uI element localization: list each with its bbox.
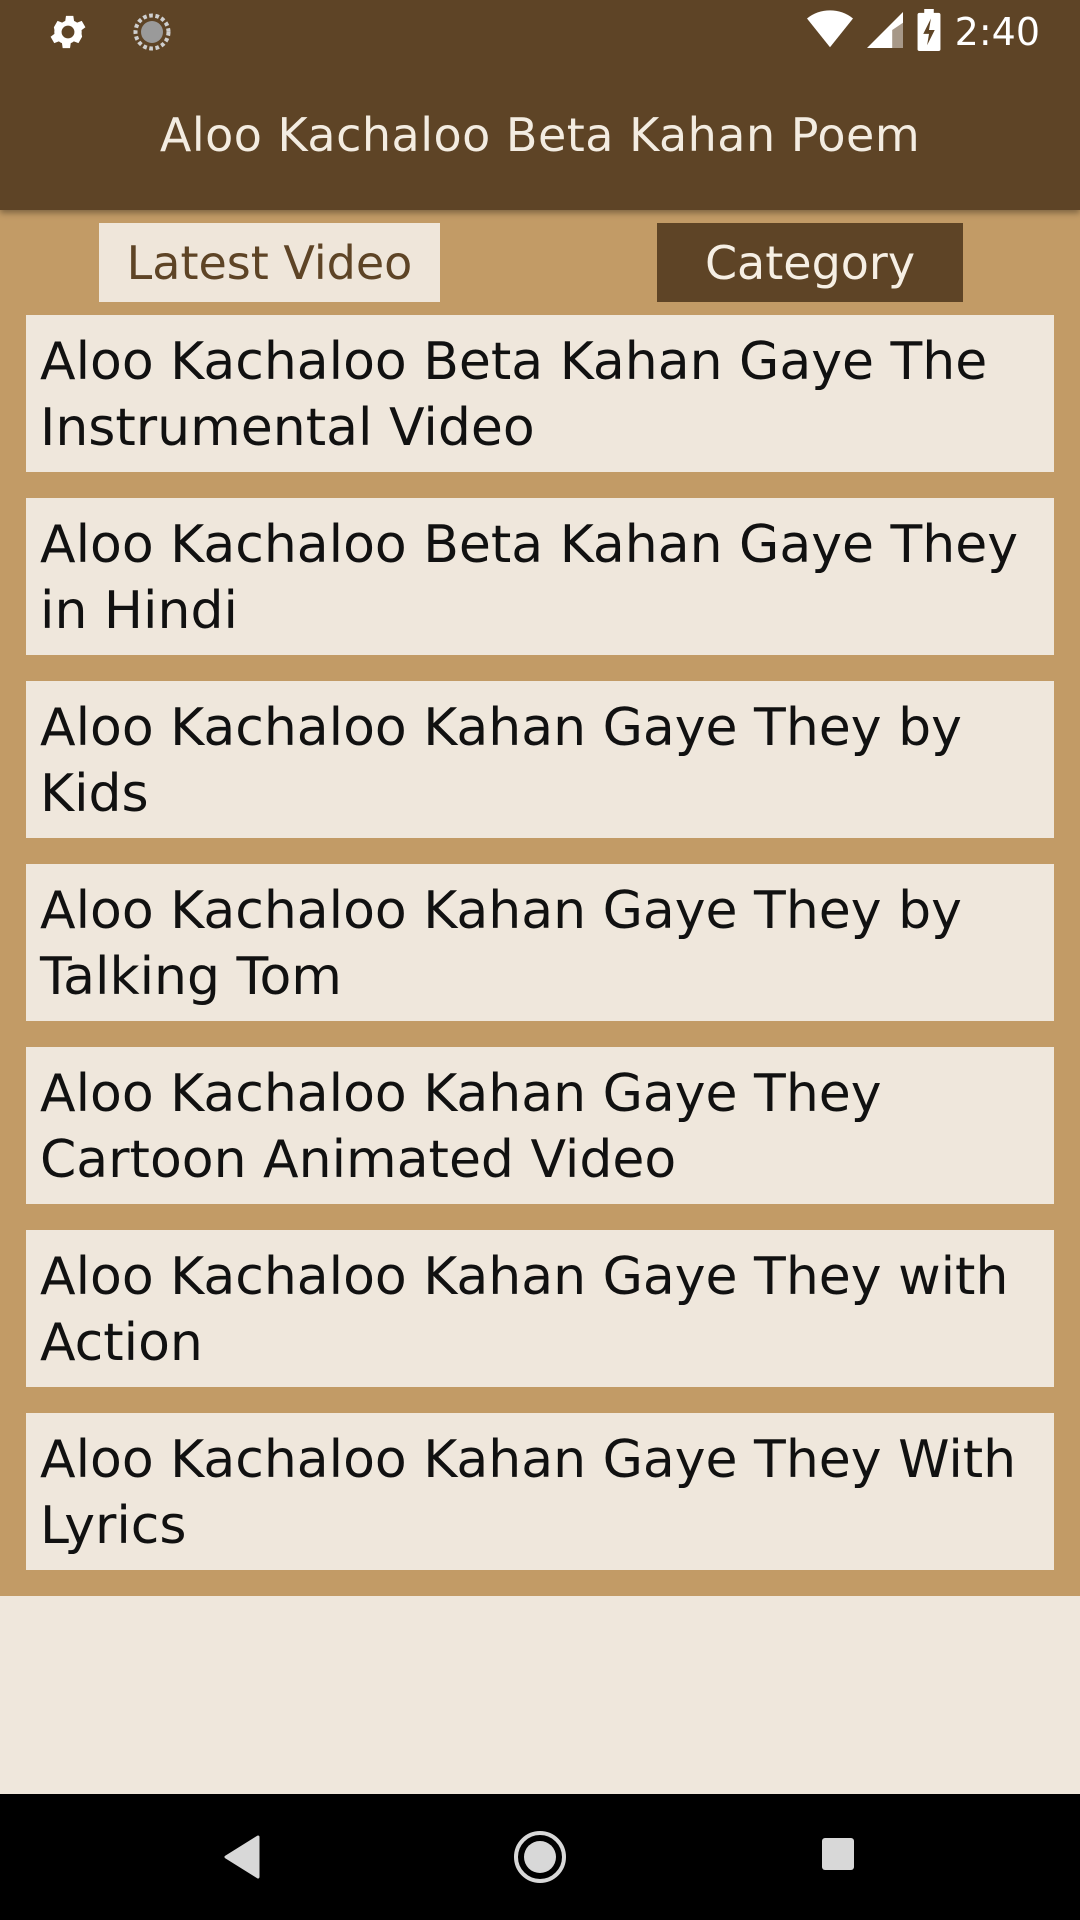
sync-icon: [130, 10, 174, 58]
content-area: Latest Video Category Aloo Kachaloo Beta…: [0, 210, 1080, 1596]
home-icon[interactable]: [512, 1829, 568, 1889]
battery-charging-icon: [917, 9, 941, 55]
status-time: 2:40: [954, 10, 1040, 54]
app-bar: 2:40 Aloo Kachaloo Beta Kahan Poem: [0, 0, 1080, 210]
list-item[interactable]: Aloo Kachaloo Kahan Gaye They With Lyric…: [26, 1413, 1054, 1570]
back-icon[interactable]: [220, 1832, 264, 1886]
wifi-icon: [806, 10, 853, 54]
list-item[interactable]: Aloo Kachaloo Beta Kahan Gaye The Instru…: [26, 315, 1054, 472]
signal-icon: [866, 10, 903, 54]
list-item[interactable]: Aloo Kachaloo Kahan Gaye They Cartoon An…: [26, 1047, 1054, 1204]
video-list: Aloo Kachaloo Beta Kahan Gaye The Instru…: [26, 315, 1054, 1596]
status-bar: 2:40: [0, 0, 1080, 64]
app-title: Aloo Kachaloo Beta Kahan Poem: [159, 108, 921, 162]
list-item[interactable]: Aloo Kachaloo Kahan Gaye They by Kids: [26, 681, 1054, 838]
recents-icon[interactable]: [820, 1836, 856, 1876]
tab-category[interactable]: Category: [657, 223, 963, 302]
list-item[interactable]: Aloo Kachaloo Kahan Gaye They by Talking…: [26, 864, 1054, 1021]
list-item[interactable]: Aloo Kachaloo Beta Kahan Gaye They in Hi…: [26, 498, 1054, 655]
settings-icon: [46, 10, 90, 58]
list-item[interactable]: Aloo Kachaloo Kahan Gaye They with Actio…: [26, 1230, 1054, 1387]
tab-latest-video[interactable]: Latest Video: [99, 223, 440, 302]
navigation-bar: [0, 1794, 1080, 1920]
